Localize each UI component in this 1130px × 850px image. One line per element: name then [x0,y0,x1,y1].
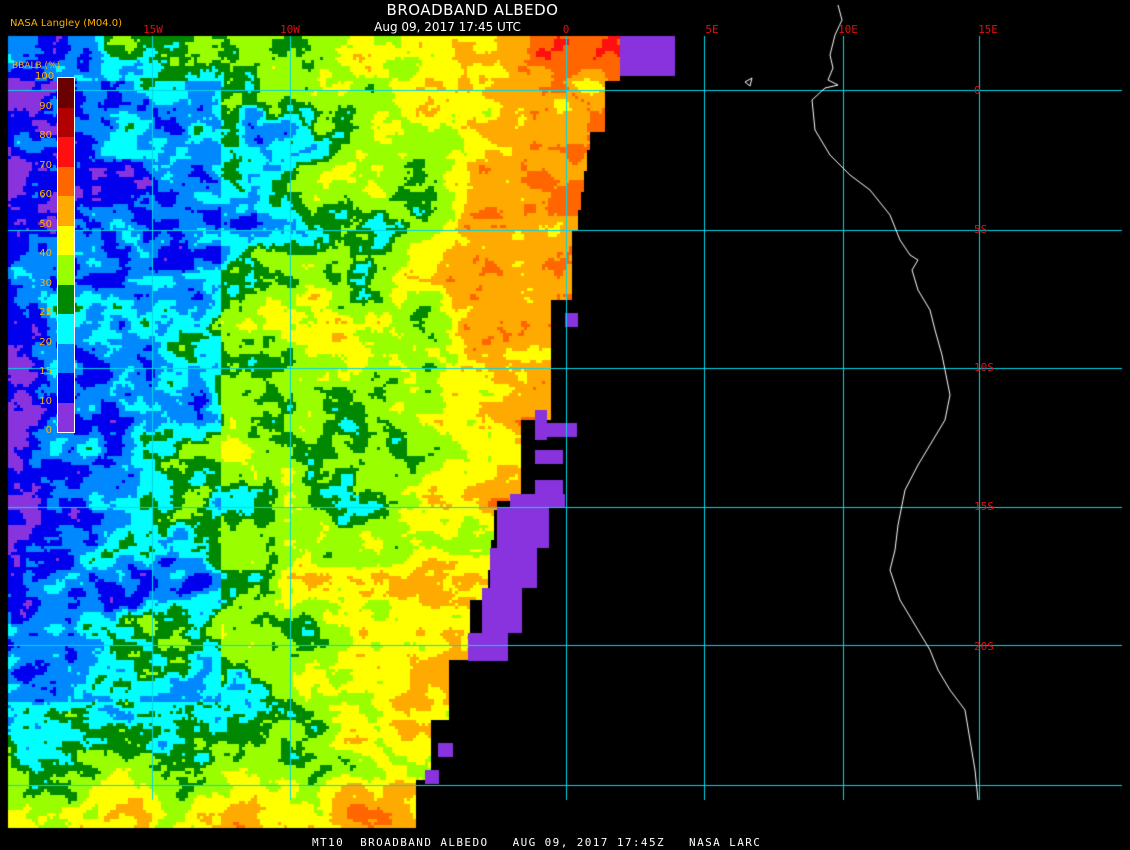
colorbar-swatch [58,196,74,226]
longitude-label-5e: 5E [705,23,719,36]
colorbar-swatch [58,255,74,285]
colorbar-tick-label: 60 [39,189,52,200]
colorbar-swatch [58,107,74,137]
longitude-label-15w: 15W [143,23,163,36]
colorbar-swatch [58,78,74,108]
colorbar-swatch [58,314,74,344]
latitude-label-0: 0 [974,84,981,97]
colorbar-swatch [58,166,74,196]
longitude-label-10w: 10W [280,23,300,36]
longitude-label-0: 0 [562,23,570,36]
colorbar-swatch [58,225,74,255]
colorbar-tick-label: 90 [39,100,52,112]
colorbar-tick-label: 15 [39,366,52,377]
colorbar-tick-label: 50 [39,218,52,230]
footer-caption: MT10 BROADBAND ALBEDO AUG 09, 2017 17:45… [312,836,762,849]
colorbar-swatch [58,343,74,373]
colorbar-swatch [58,137,74,167]
colorbar-swatch [58,284,74,314]
longitude-label-10e: 10E [838,23,858,36]
albedo-map-canvas [0,0,1130,850]
latitude-label-15s: 15S [974,500,994,513]
latitude-label-20s: 20S [974,640,994,653]
longitude-label-15e: 15E [978,23,998,36]
colorbar-tick-label: 20 [39,336,52,348]
latitude-label-10s: 10S [974,361,994,374]
map-title: BROADBAND ALBEDO [386,1,559,19]
colorbar-tick-label: 100 [35,71,55,82]
colorbar-tick-label: 40 [39,248,52,259]
latitude-label-5s: 5S [974,223,988,236]
credit-label: NASA Langley (M04.0) [10,18,122,29]
colorbar-tick-label: 30 [39,277,52,289]
colorbar-tick-label: 25 [39,307,52,318]
colorbar-tick-label: 10 [39,395,52,407]
map-timestamp: Aug 09, 2017 17:45 UTC [374,20,521,34]
colorbar-tick-label: 0 [45,425,52,436]
colorbar-tick-label: 70 [39,159,52,171]
colorbar-title: BBALB (%) [12,61,61,71]
colorbar-tick-label: 80 [39,130,52,141]
colorbar [57,77,75,433]
colorbar-swatch [58,373,74,403]
colorbar-swatch [58,402,74,432]
